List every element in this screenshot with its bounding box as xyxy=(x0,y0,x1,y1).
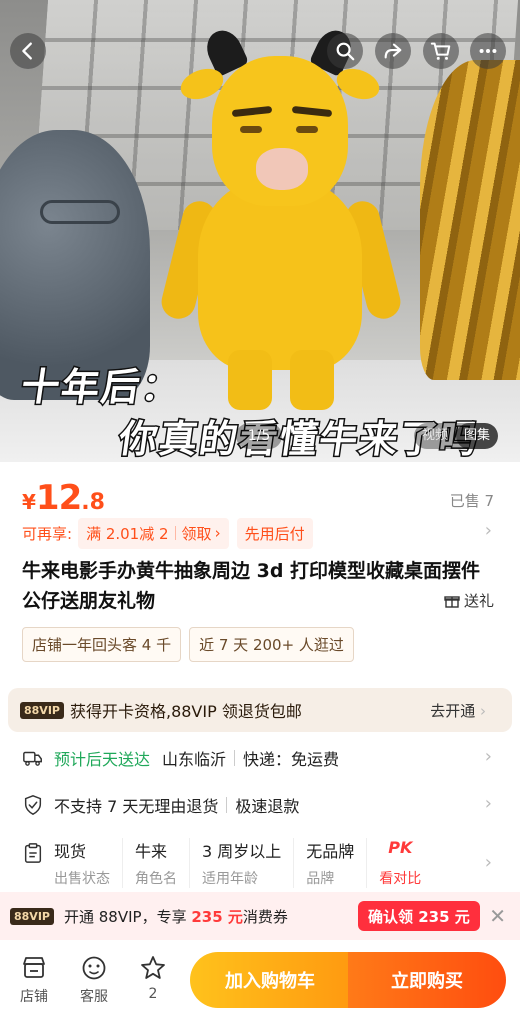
back-icon xyxy=(22,42,32,60)
cart-button[interactable] xyxy=(423,33,459,69)
search-icon xyxy=(336,42,355,61)
add-to-cart-button[interactable]: 加入购物车 xyxy=(190,952,350,1008)
bottom-action-bar: 店铺 客服 2 加入购物车 立即购买 xyxy=(0,942,520,1024)
vip-badge: 88VIP xyxy=(10,907,54,925)
vip-banner-text: 开通 88VIP，专享 235 元消费券 xyxy=(63,907,288,926)
gold-figurine xyxy=(420,60,520,380)
attr-sale-status: 现货 出售状态 xyxy=(42,838,123,888)
returns-row[interactable]: 不支持 7 天无理由退货 极速退款 › xyxy=(22,785,498,825)
sold-count: 已售 7 xyxy=(449,492,494,510)
truck-icon xyxy=(23,751,42,766)
share-icon xyxy=(384,43,402,59)
chevron-right-icon: › xyxy=(484,520,492,541)
delivery-eta: 预计后天送达 xyxy=(54,750,151,769)
shield-check-icon xyxy=(24,795,42,815)
chat-face-icon xyxy=(82,956,106,980)
shop-button[interactable]: 店铺 xyxy=(12,954,56,1006)
attribute-row[interactable]: 现货 出售状态 牛来 角色名 3 周岁以上 适用年龄 无品牌 品牌 PK 看对比 xyxy=(42,838,482,890)
vip-badge: 88VIP xyxy=(20,701,64,719)
returns-refund: 极速退款 xyxy=(235,797,300,816)
paylater-chip[interactable]: 先用后付 xyxy=(236,517,313,549)
promo-label: 可再享: xyxy=(22,524,73,543)
star-icon xyxy=(141,956,165,979)
tag-recent-visitors: 近 7 天 200+ 人逛过 xyxy=(189,627,354,662)
vip-bar[interactable]: 88VIP 获得开卡资格,88VIP 领退货包邮 去开通 › xyxy=(8,688,512,732)
more-button[interactable] xyxy=(470,33,506,69)
close-icon[interactable]: ✕ xyxy=(489,904,506,928)
price: ¥ 12 .8 xyxy=(22,478,498,518)
product-image-gallery[interactable]: 十年后： 你真的看懂牛来了吗 1/5 视频 图集 xyxy=(0,0,520,462)
gift-label: 送礼 xyxy=(463,592,494,610)
meme-caption-line1: 十年后： xyxy=(17,364,186,411)
tab-images[interactable]: 图集 xyxy=(456,423,499,449)
vip-coupon-banner[interactable]: 88VIP 开通 88VIP，专享 235 元消费券 确认领 235 元 ✕ xyxy=(0,892,520,940)
price-decimal: .8 xyxy=(81,490,105,515)
yellow-bull-figurine xyxy=(150,24,410,410)
media-switch[interactable]: 视频 图集 xyxy=(414,423,499,449)
customer-service-button[interactable]: 客服 xyxy=(72,954,116,1006)
attr-brand: 无品牌 品牌 xyxy=(294,838,368,888)
tag-repeat-customers: 店铺一年回头客 4 千 xyxy=(22,627,182,662)
attr-age: 3 周岁以上 适用年龄 xyxy=(190,838,295,888)
returns-policy: 不支持 7 天无理由退货 xyxy=(54,797,219,816)
price-integer: 12 xyxy=(35,478,82,518)
coupon-text: 满 2.01减 2 xyxy=(86,524,169,543)
delivery-origin: 山东临沂 xyxy=(162,750,227,769)
more-icon xyxy=(479,48,497,54)
vip-bar-text: 获得开卡资格,88VIP 领退货包邮 xyxy=(69,702,302,721)
attr-character: 牛来 角色名 xyxy=(123,838,190,888)
product-title: 牛来电影手办黄牛抽象周边 3d 打印模型收藏桌面摆件公仔送朋友礼物 xyxy=(22,560,481,612)
favorite-button[interactable]: 2 xyxy=(131,954,175,1002)
chevron-right-icon: › xyxy=(484,746,492,767)
clipboard-icon xyxy=(24,843,42,863)
shop-icon xyxy=(23,957,45,978)
price-row: ¥ 12 .8 已售 7 xyxy=(22,478,498,518)
gift-button[interactable]: 送礼 xyxy=(444,590,494,611)
image-counter: 1/5 xyxy=(236,423,282,449)
tag-list: 店铺一年回头客 4 千 近 7 天 200+ 人逛过 xyxy=(22,627,354,662)
delivery-shipping: 快递：免运费 xyxy=(243,750,340,769)
buy-now-button[interactable]: 立即购买 xyxy=(348,952,506,1008)
search-button[interactable] xyxy=(327,33,363,69)
tab-video[interactable]: 视频 xyxy=(414,423,456,449)
claim-coupon-button[interactable]: 确认领 235 元 xyxy=(358,901,480,931)
share-button[interactable] xyxy=(375,33,411,69)
chevron-right-icon: › xyxy=(484,852,492,873)
cart-icon xyxy=(430,42,451,60)
price-currency: ¥ xyxy=(22,490,36,514)
gift-icon xyxy=(444,595,460,608)
promo-row[interactable]: 可再享: 满 2.01减 2 领取 › 先用后付 › xyxy=(22,517,498,549)
compare-button[interactable]: PK 看对比 xyxy=(367,838,433,888)
back-button[interactable] xyxy=(10,33,46,69)
coupon-chip[interactable]: 满 2.01减 2 领取 › xyxy=(78,517,229,549)
delivery-row[interactable]: 预计后天送达 山东临沂 快递：免运费 › xyxy=(22,738,498,778)
coupon-claim[interactable]: 领取 xyxy=(182,523,212,544)
vip-open-link[interactable]: 去开通 › xyxy=(430,700,486,721)
chevron-right-icon: › xyxy=(484,793,492,814)
chevron-right-icon: › xyxy=(214,524,221,542)
